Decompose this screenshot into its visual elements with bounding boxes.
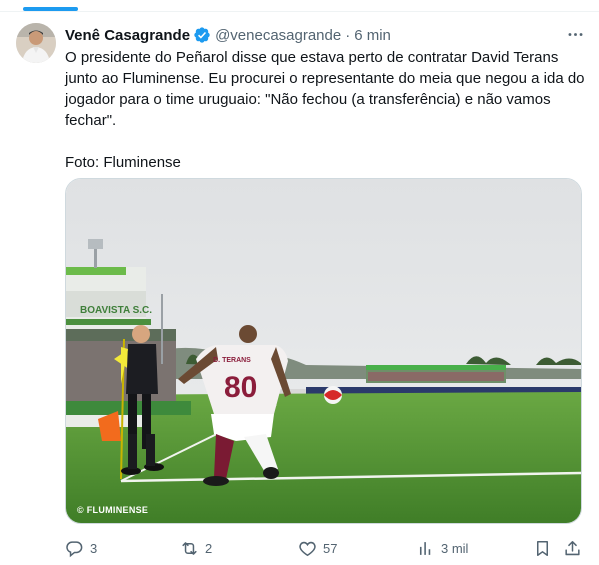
reply-button[interactable]: 3	[65, 536, 97, 560]
separator-dot: ·	[345, 26, 351, 44]
photo-watermark: © FLUMINENSE	[77, 505, 149, 515]
stadium-sign: BOAVISTA S.C.	[80, 305, 152, 316]
share-icon	[565, 540, 580, 555]
retweet-icon	[182, 541, 197, 555]
like-button[interactable]: 57	[298, 536, 337, 560]
retweet-button[interactable]: 2	[180, 536, 212, 560]
tweet-body: O presidente do Peñarol disse que estava…	[65, 49, 585, 129]
photo-credit: Foto: Fluminense	[65, 154, 181, 171]
views-icon	[419, 541, 431, 555]
tweet-header: Venê Casagrande @venecasagrande · 6 min	[65, 25, 391, 45]
tweet-text: O presidente do Peñarol disse que estava…	[65, 47, 585, 173]
verified-badge-icon	[193, 26, 211, 44]
avatar[interactable]	[16, 23, 56, 63]
author-handle[interactable]: @venecasagrande	[215, 27, 341, 44]
player-number-print: 80	[224, 371, 257, 404]
timestamp[interactable]: 6 min	[354, 27, 391, 44]
share-button[interactable]	[563, 536, 582, 560]
tweet-photo[interactable]: BOAVISTA S.C. D. TERANS 80 © FLUMINENSE	[65, 178, 582, 524]
tweet-actions: 3 2 57 3 mil	[62, 536, 587, 560]
football-photo: BOAVISTA S.C. D. TERANS 80	[66, 179, 581, 523]
views-count: 3 mil	[441, 540, 469, 556]
timeline-divider	[0, 11, 599, 12]
views-button[interactable]: 3 mil	[416, 536, 468, 560]
retweet-count: 2	[205, 540, 213, 556]
reply-count: 3	[90, 540, 98, 556]
more-options-icon[interactable]	[564, 23, 586, 45]
author-name[interactable]: Venê Casagrande	[65, 27, 190, 44]
like-icon	[299, 541, 316, 556]
bookmark-icon	[536, 540, 549, 556]
like-count: 57	[323, 540, 338, 556]
reply-icon	[66, 540, 83, 557]
player-name-print: D. TERANS	[213, 357, 251, 364]
bookmark-button[interactable]	[533, 536, 552, 560]
